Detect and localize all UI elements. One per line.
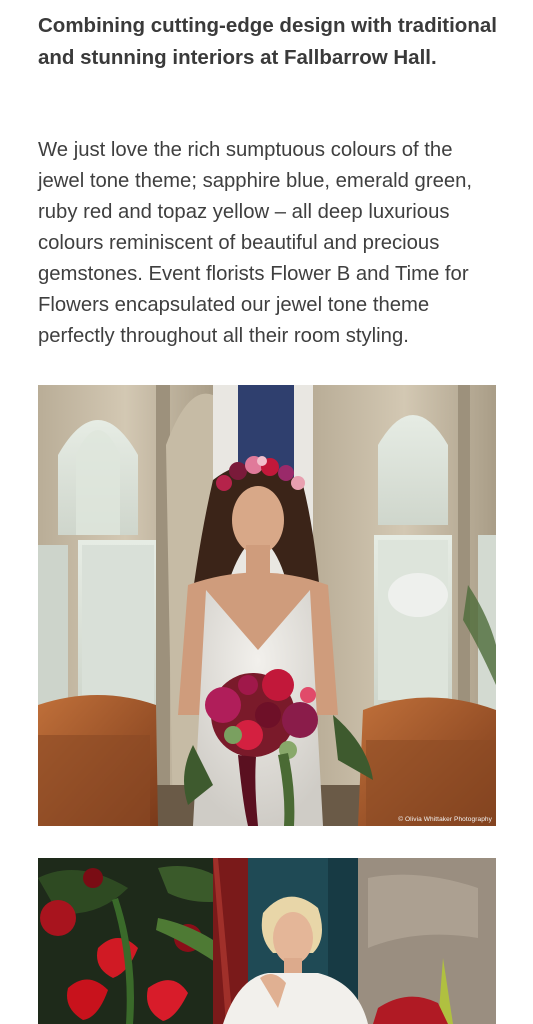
photo-bride-bouquet: © Olivia Whittaker Photography (38, 385, 496, 826)
article-body: We just love the rich sumptuous colours … (38, 139, 473, 347)
bride-florals-illustration (38, 858, 496, 1024)
photo-credit: © Olivia Whittaker Photography (398, 816, 492, 823)
photo-bride-florals (38, 858, 496, 1024)
bride-bouquet-illustration (38, 385, 496, 826)
article: Combining cutting-edge design with tradi… (0, 0, 533, 1024)
article-heading: Combining cutting-edge design with tradi… (38, 14, 497, 69)
